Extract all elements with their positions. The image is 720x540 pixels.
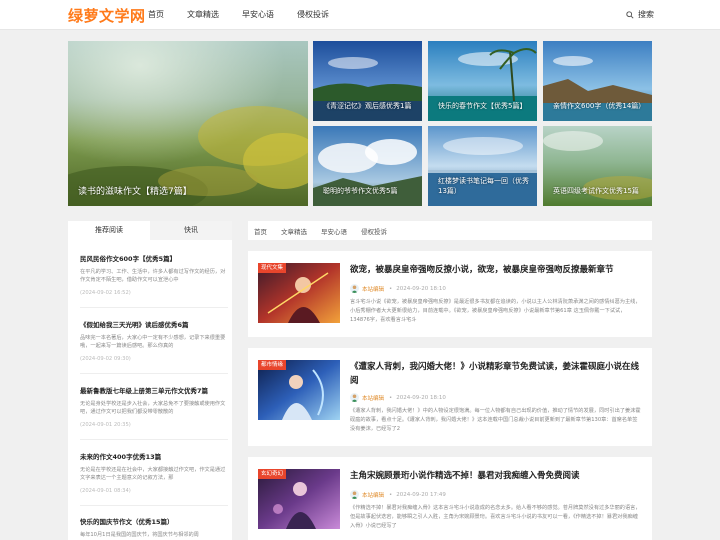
list-item-desc: 在平凡的学习、工作、生活中，许多人都有过写作文的经历，对作文肯定不陌生吧，借助作… xyxy=(80,269,226,283)
list-item-desc: 品味完一本名著后，大家心中一定有不少感想，记录下来很重要哦，一起来写一篇读后感吧… xyxy=(80,335,226,349)
article-thumbnail[interactable]: 现代文集 xyxy=(258,263,340,323)
search-button[interactable]: 搜索 xyxy=(626,0,654,30)
article-date: 2024-09-20 17:49 xyxy=(396,491,446,498)
article-thumbnail[interactable]: 玄幻奇幻 xyxy=(258,469,340,529)
hero-tile-caption: 快乐的春节作文【优秀5篇】 xyxy=(438,102,527,110)
crumb-featured[interactable]: 文章精选 xyxy=(281,226,307,236)
article-date: 2024-09-20 18:10 xyxy=(396,394,446,401)
user-avatar-icon xyxy=(351,394,358,402)
list-item-desc: 无论是在学校还是在社会中，大家都接触过作文吧，作文是通过文字来表达一个主题意义的… xyxy=(80,467,226,481)
crumb-morning-quotes[interactable]: 早安心语 xyxy=(321,226,347,236)
article-card[interactable]: 玄幻奇幻 主角宋婉顾景珩小说作精选不掉！暴君对我痴缠入骨免费阅读 本站编辑 • … xyxy=(248,457,652,540)
tab-news[interactable]: 快讯 xyxy=(150,221,232,240)
list-item-desc: 每年10月1日是我国的国庆节，将国庆节与相邻的周 xyxy=(80,532,199,538)
tab-recommended[interactable]: 推荐阅读 xyxy=(68,221,150,240)
hero-tile-3[interactable]: 亲情作文600字（优秀14篇） xyxy=(543,41,652,121)
list-item-title[interactable]: 《假如给我三天光明》读后感优秀6篇 xyxy=(80,321,228,330)
article-title[interactable]: 欲宠，被暴戾皇帝强吻反撩小说，欲宠，被暴戾皇帝强吻反撩最新章节 xyxy=(350,263,644,277)
article-author[interactable]: 本站编辑 xyxy=(362,491,384,499)
list-item[interactable]: 最新鲁教版七年级上册第三单元作文优秀7篇 无论是身处学校还是步入社会，大家总免不… xyxy=(80,387,228,440)
list-item[interactable]: 《假如给我三天光明》读后感优秀6篇 品味完一本名著后，大家心中一定有不少感想，记… xyxy=(80,321,228,374)
article-excerpt: 《作精选不掉！暴君对我痴缠入骨》这本言斗宅斗小说造成的名念太多。给人看不够的感觉… xyxy=(350,505,641,529)
breadcrumb: 首页 文章精选 早安心语 侵权投诉 xyxy=(248,221,652,240)
hero-tile-1[interactable]: 《青涩记忆》观后感优秀1篇 xyxy=(313,41,422,121)
nav-morning-quotes[interactable]: 早安心语 xyxy=(242,0,274,30)
article-thumbnail[interactable]: 都市情缘 xyxy=(258,360,340,420)
category-badge: 现代文集 xyxy=(258,263,287,273)
list-item[interactable]: 快乐的国庆节作文（优秀15篇） 每年10月1日是我国的国庆节，将国庆节与相邻的周 xyxy=(80,518,228,540)
crumb-home[interactable]: 首页 xyxy=(254,226,267,236)
nav-featured[interactable]: 文章精选 xyxy=(187,0,219,30)
article-meta: 本站编辑 • 2024-09-20 18:10 xyxy=(350,393,446,402)
search-icon xyxy=(626,11,634,19)
avatar xyxy=(350,393,359,402)
list-item-title[interactable]: 最新鲁教版七年级上册第三单元作文优秀7篇 xyxy=(80,387,228,396)
article-excerpt: 言斗宅斗小说《欲宠，被暴戾皇帝强吻反撩》是最近很多书友都在追读的，小说以主人公林… xyxy=(350,299,641,323)
article-excerpt: 《遭家人背刺，我闪婚大佬！》中的人物设定很饱满。每一位人物都有自己出现的价值，推… xyxy=(350,408,641,432)
article-meta: 本站编辑 • 2024-09-20 18:10 xyxy=(350,284,446,293)
top-navigation-bar: 绿萝文学网 首页 文章精选 早安心语 侵权投诉 搜索 xyxy=(0,0,720,30)
hero-tile-caption: 亲情作文600字（优秀14篇） xyxy=(553,102,646,110)
article-author[interactable]: 本站编辑 xyxy=(362,394,384,402)
rapeseed-field-image xyxy=(68,41,308,206)
hero-tile-caption: 英语四级考试作文优秀15篇 xyxy=(553,187,639,195)
bullet-dot: • xyxy=(389,285,393,292)
article-date: 2024-09-20 18:10 xyxy=(396,285,446,292)
article-author[interactable]: 本站编辑 xyxy=(362,285,384,293)
site-logo[interactable]: 绿萝文学网 xyxy=(68,5,146,26)
nav-complaint[interactable]: 侵权投诉 xyxy=(297,0,329,30)
article-title[interactable]: 《遭家人背刺，我闪婚大佬！》小说精彩章节免费试读，姜沫霍砚庭小说在线阅 xyxy=(350,360,644,388)
user-avatar-icon xyxy=(351,285,358,293)
list-item[interactable]: 未来的作文400字优秀13篇 无论是在学校还是在社会中，大家都接触过作文吧，作文… xyxy=(80,453,228,506)
list-item-date: (2024-09-01 08:34) xyxy=(80,488,131,494)
list-item-date: (2024-09-02 16:52) xyxy=(80,290,131,296)
article-meta: 本站编辑 • 2024-09-20 17:49 xyxy=(350,490,446,499)
hero-tile-2[interactable]: 快乐的春节作文【优秀5篇】 xyxy=(428,41,537,121)
main-nav: 首页 文章精选 早安心语 侵权投诉 xyxy=(148,0,352,30)
list-item-title[interactable]: 未来的作文400字优秀13篇 xyxy=(80,453,228,462)
hero-tile-6[interactable]: 英语四级考试作文优秀15篇 xyxy=(543,126,652,206)
bullet-dot: • xyxy=(389,394,393,401)
list-item[interactable]: 民风民俗作文600字【优秀5篇】 在平凡的学习、工作、生活中，许多人都有过写作文… xyxy=(80,255,228,308)
article-title[interactable]: 主角宋婉顾景珩小说作精选不掉！暴君对我痴缠入骨免费阅读 xyxy=(350,469,644,483)
list-item-title[interactable]: 民风民俗作文600字【优秀5篇】 xyxy=(80,255,228,264)
category-badge: 玄幻奇幻 xyxy=(258,469,287,479)
list-item-desc: 无论是身处学校还是步入社会，大家总免不了要接触或使用作文吧，通过作文可以把我们都… xyxy=(80,401,226,415)
hero-tile-4[interactable]: 聪明的爷爷作文优秀5篇 xyxy=(313,126,422,206)
hero-main-caption: 读书的滋味作文【精选7篇】 xyxy=(78,187,192,197)
hero-main-image[interactable]: 读书的滋味作文【精选7篇】 xyxy=(68,41,308,206)
crumb-complaint[interactable]: 侵权投诉 xyxy=(361,226,387,236)
sidebar-tabs: 推荐阅读 快讯 xyxy=(68,221,232,240)
list-item-date: (2024-09-02 09:30) xyxy=(80,356,131,362)
sidebar-panel: 推荐阅读 快讯 民风民俗作文600字【优秀5篇】 在平凡的学习、工作、生活中，许… xyxy=(68,221,232,540)
list-item-title[interactable]: 快乐的国庆节作文（优秀15篇） xyxy=(80,518,228,527)
list-item-date: (2024-09-01 20:35) xyxy=(80,422,131,428)
avatar xyxy=(350,284,359,293)
avatar xyxy=(350,490,359,499)
article-card[interactable]: 都市情缘 《遭家人背刺，我闪婚大佬！》小说精彩章节免费试读，姜沫霍砚庭小说在线阅… xyxy=(248,348,652,446)
bullet-dot: • xyxy=(389,491,393,498)
category-badge: 都市情缘 xyxy=(258,360,287,370)
article-card[interactable]: 现代文集 欲宠，被暴戾皇帝强吻反撩小说，欲宠，被暴戾皇帝强吻反撩最新章节 本站编… xyxy=(248,251,652,337)
nav-home[interactable]: 首页 xyxy=(148,0,164,30)
search-label: 搜索 xyxy=(638,10,654,19)
user-avatar-icon xyxy=(351,491,358,499)
hero-tile-caption: 聪明的爷爷作文优秀5篇 xyxy=(323,187,398,195)
hero-tile-5[interactable]: 红楼梦读书笔记每一回（优秀13篇） xyxy=(428,126,537,206)
hero-tile-caption: 红楼梦读书笔记每一回（优秀13篇） xyxy=(438,177,529,195)
hero-tile-caption: 《青涩记忆》观后感优秀1篇 xyxy=(323,102,412,110)
